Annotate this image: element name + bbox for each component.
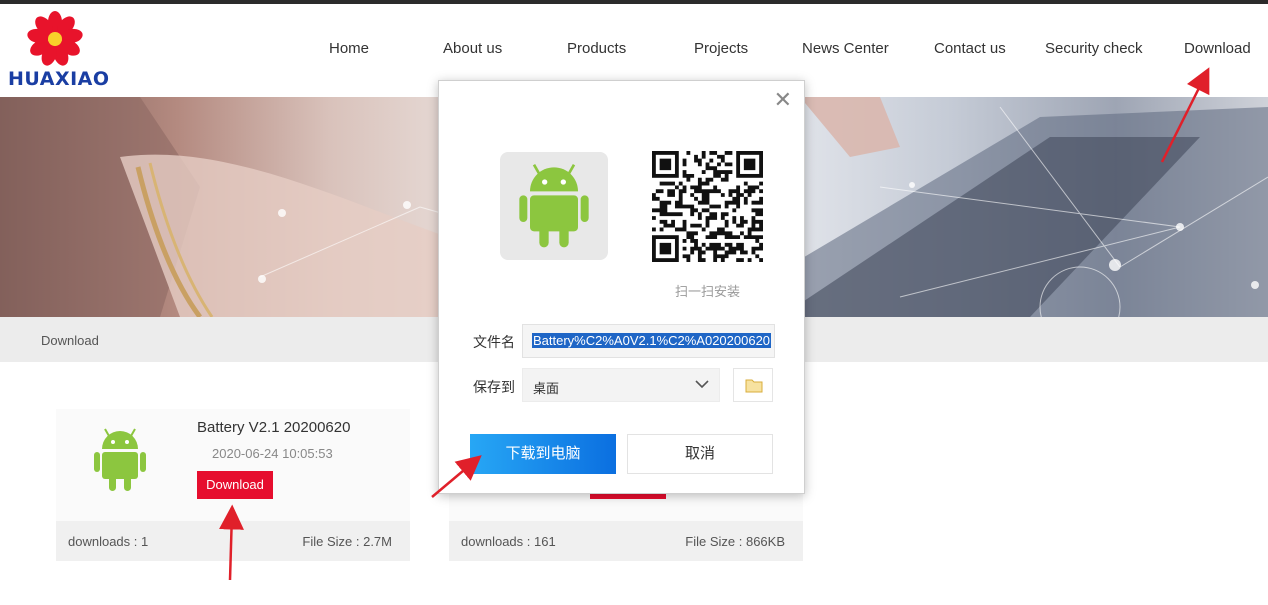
android-icon xyxy=(519,164,589,248)
card-download-button[interactable]: Download xyxy=(197,471,273,499)
main-nav: Home About us Products Projects News Cen… xyxy=(0,40,1268,62)
save-to-label: 保存到 xyxy=(473,379,515,395)
android-icon xyxy=(94,428,146,491)
download-dialog: ✕ 扫一扫安装 文件名 Battery%C2%A0V2.1%C2%A020200… xyxy=(438,80,805,494)
breadcrumb-current[interactable]: Download xyxy=(41,333,99,348)
nav-about-us[interactable]: About us xyxy=(443,40,502,57)
brand-name: HUAXIAO xyxy=(8,68,110,90)
nav-news-center[interactable]: News Center xyxy=(802,40,889,57)
nav-download[interactable]: Download xyxy=(1184,40,1251,57)
file-size: File Size : 2.7M xyxy=(302,534,392,549)
file-size: File Size : 866KB xyxy=(685,534,785,549)
download-to-pc-button[interactable]: 下载到电脑 xyxy=(470,434,616,474)
save-location-select[interactable]: 桌面 xyxy=(522,368,720,402)
nav-security-check[interactable]: Security check xyxy=(1045,40,1143,57)
nav-home[interactable]: Home xyxy=(329,40,369,57)
folder-icon xyxy=(745,379,763,393)
card-title[interactable]: Battery V2.1 20200620 xyxy=(197,419,350,436)
close-icon[interactable]: ✕ xyxy=(774,89,792,111)
nav-products[interactable]: Products xyxy=(567,40,626,57)
nav-contact-us[interactable]: Contact us xyxy=(934,40,1006,57)
qr-caption: 扫一扫安装 xyxy=(675,284,741,299)
top-bar xyxy=(0,0,1268,4)
filename-value: Battery%C2%A0V2.1%C2%A020200620 xyxy=(532,333,772,348)
chevron-down-icon xyxy=(695,380,709,389)
cancel-button[interactable]: 取消 xyxy=(627,434,773,474)
download-card: Battery V2.1 20200620 2020-06-24 10:05:5… xyxy=(56,409,410,561)
nav-projects[interactable]: Projects xyxy=(694,40,748,57)
save-location-value: 桌面 xyxy=(533,381,560,396)
filename-input[interactable]: Battery%C2%A0V2.1%C2%A020200620 xyxy=(522,324,775,358)
download-count: downloads : 1 xyxy=(68,534,149,549)
card-footer: downloads : 1 File Size : 2.7M xyxy=(56,521,410,561)
qr-code-icon xyxy=(652,151,763,262)
filename-label: 文件名 xyxy=(473,334,515,350)
card-date: 2020-06-24 10:05:53 xyxy=(212,446,333,461)
app-tile xyxy=(500,152,608,260)
browse-folder-button[interactable] xyxy=(733,368,773,402)
download-count: downloads : 161 xyxy=(461,534,556,549)
card-footer: downloads : 161 File Size : 866KB xyxy=(449,521,803,561)
